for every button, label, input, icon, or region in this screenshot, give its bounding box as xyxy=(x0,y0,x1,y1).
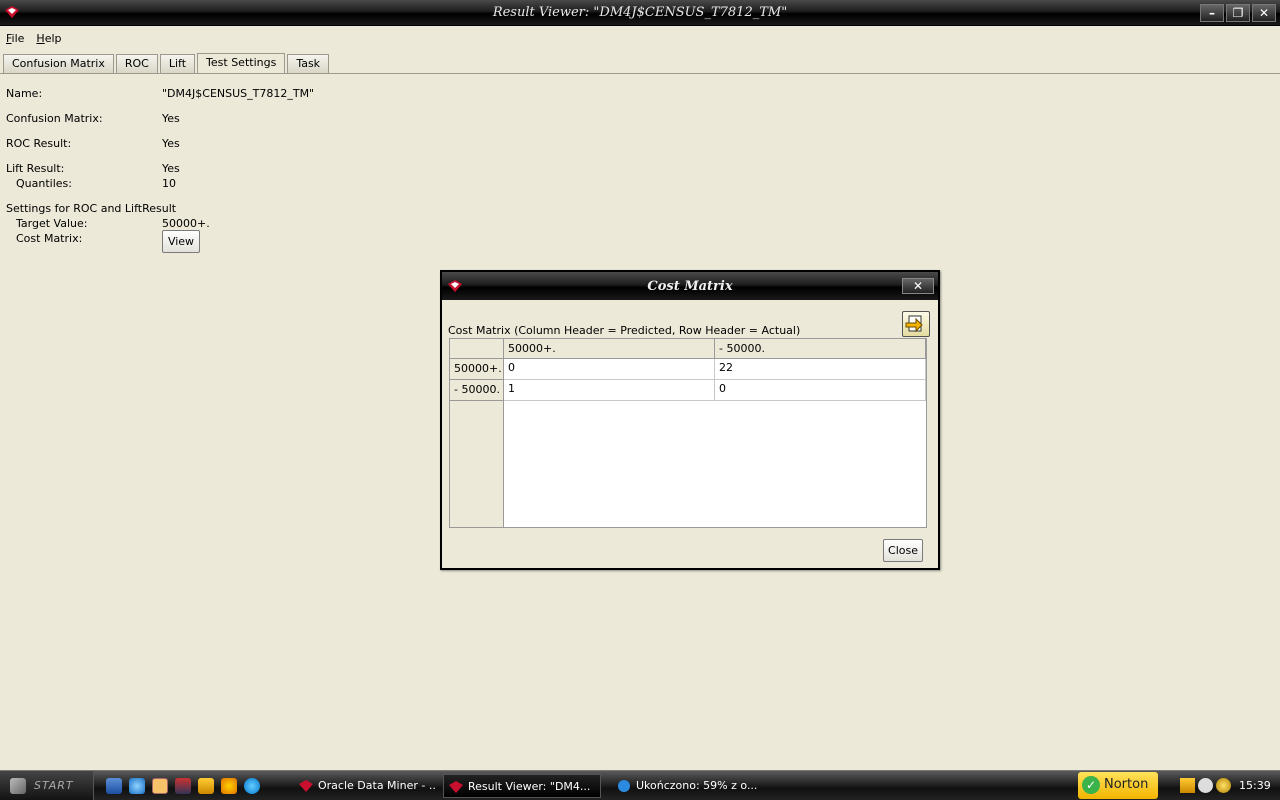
messenger-icon[interactable] xyxy=(221,778,237,794)
tab-lift[interactable]: Lift xyxy=(159,54,196,74)
task-download-progress[interactable]: Ukończono: 59% z o... xyxy=(612,774,760,798)
task-label: Result Viewer: "DM4... xyxy=(468,780,591,793)
internet-explorer-icon[interactable] xyxy=(129,778,145,794)
close-dialog-button[interactable]: Close xyxy=(883,539,923,562)
tab-roc[interactable]: ROC xyxy=(115,54,158,74)
target-value-label: Target Value: xyxy=(16,217,88,230)
cost-matrix-table: 50000+. - 50000. 50000+. 0 22 - 50000. 1… xyxy=(449,338,927,528)
view-cost-matrix-button[interactable]: View xyxy=(162,230,200,253)
tray-lightning-icon[interactable] xyxy=(1180,778,1195,793)
check-icon: ✓ xyxy=(1082,776,1100,794)
task-result-viewer[interactable]: Result Viewer: "DM4... xyxy=(443,774,601,798)
norton-label: Norton xyxy=(1104,777,1149,792)
close-button[interactable]: ✕ xyxy=(1252,4,1276,22)
roc-lift-settings-heading: Settings for ROC and LiftResult xyxy=(6,202,177,215)
cost-matrix-caption: Cost Matrix (Column Header = Predicted, … xyxy=(448,324,801,337)
tab-divider xyxy=(0,73,1280,74)
confusion-matrix-value: Yes xyxy=(162,112,180,125)
roc-result-value: Yes xyxy=(162,137,180,150)
export-icon xyxy=(905,315,923,333)
cost-matrix-label: Cost Matrix: xyxy=(16,232,83,245)
tab-task[interactable]: Task xyxy=(287,54,330,74)
quantiles-label: Quantiles: xyxy=(16,177,72,190)
table-cell[interactable]: 0 xyxy=(504,359,715,380)
result-tabs: Confusion Matrix ROC Lift Test Settings … xyxy=(3,53,331,74)
desktop-icon[interactable] xyxy=(106,778,122,794)
name-label: Name: xyxy=(6,87,43,100)
dialog-title-bar: Cost Matrix ✕ xyxy=(442,272,938,300)
export-button[interactable] xyxy=(902,311,930,337)
menu-help[interactable]: Help xyxy=(36,32,61,45)
dialog-title: Cost Matrix xyxy=(647,279,733,294)
column-header[interactable]: 50000+. xyxy=(504,339,715,359)
table-cell[interactable]: 1 xyxy=(504,380,715,401)
quantiles-value: 10 xyxy=(162,177,176,190)
table-cell[interactable]: 22 xyxy=(715,359,926,380)
window-title-bar: Result Viewer: "DM4J$CENSUS_T7812_TM" – … xyxy=(0,0,1280,26)
task-label: Ukończono: 59% z o... xyxy=(636,779,758,792)
menu-file[interactable]: File xyxy=(6,32,24,45)
skype-icon[interactable] xyxy=(244,778,260,794)
start-button[interactable]: START xyxy=(0,771,94,800)
menu-bar: File Help xyxy=(0,27,1280,49)
internet-explorer-icon xyxy=(618,780,630,792)
cost-matrix-dialog: Cost Matrix ✕ Cost Matrix (Column Header… xyxy=(440,270,940,570)
table-corner xyxy=(450,339,504,359)
target-value: 50000+. xyxy=(162,217,210,230)
minimize-button[interactable]: – xyxy=(1200,4,1224,22)
table-cell[interactable]: 0 xyxy=(715,380,926,401)
oracle-app-icon xyxy=(449,781,463,793)
norton-status[interactable]: ✓ Norton xyxy=(1078,772,1158,799)
column-header[interactable]: - 50000. xyxy=(715,339,926,359)
row-header[interactable]: 50000+. xyxy=(450,359,504,380)
network-icon[interactable] xyxy=(1216,778,1231,793)
winamp-icon[interactable] xyxy=(198,778,214,794)
tab-test-settings[interactable]: Test Settings xyxy=(197,53,286,74)
window-title: Result Viewer: "DM4J$CENSUS_T7812_TM" xyxy=(492,5,788,20)
tab-confusion-matrix[interactable]: Confusion Matrix xyxy=(3,54,114,74)
tray-cloud-icon[interactable] xyxy=(1198,778,1213,793)
clock-app-icon[interactable] xyxy=(152,778,168,794)
row-header[interactable]: - 50000. xyxy=(450,380,504,401)
name-value: "DM4J$CENSUS_T7812_TM" xyxy=(162,87,315,100)
lift-result-value: Yes xyxy=(162,162,180,175)
dialog-close-icon[interactable]: ✕ xyxy=(902,278,934,294)
confusion-matrix-label: Confusion Matrix: xyxy=(6,112,103,125)
task-label: Oracle Data Miner - ... xyxy=(318,779,436,792)
save-icon[interactable] xyxy=(175,778,191,794)
taskbar: START Oracle Data Miner - ... Result Vie… xyxy=(0,770,1280,800)
restore-button[interactable]: ❐ xyxy=(1226,4,1250,22)
oracle-app-icon xyxy=(299,780,313,792)
start-label: START xyxy=(34,779,74,792)
roc-result-label: ROC Result: xyxy=(6,137,72,150)
clock[interactable]: 15:39 xyxy=(1239,779,1271,792)
task-oracle-data-miner[interactable]: Oracle Data Miner - ... xyxy=(294,774,436,798)
lift-result-label: Lift Result: xyxy=(6,162,65,175)
windows-logo-icon xyxy=(10,778,26,794)
